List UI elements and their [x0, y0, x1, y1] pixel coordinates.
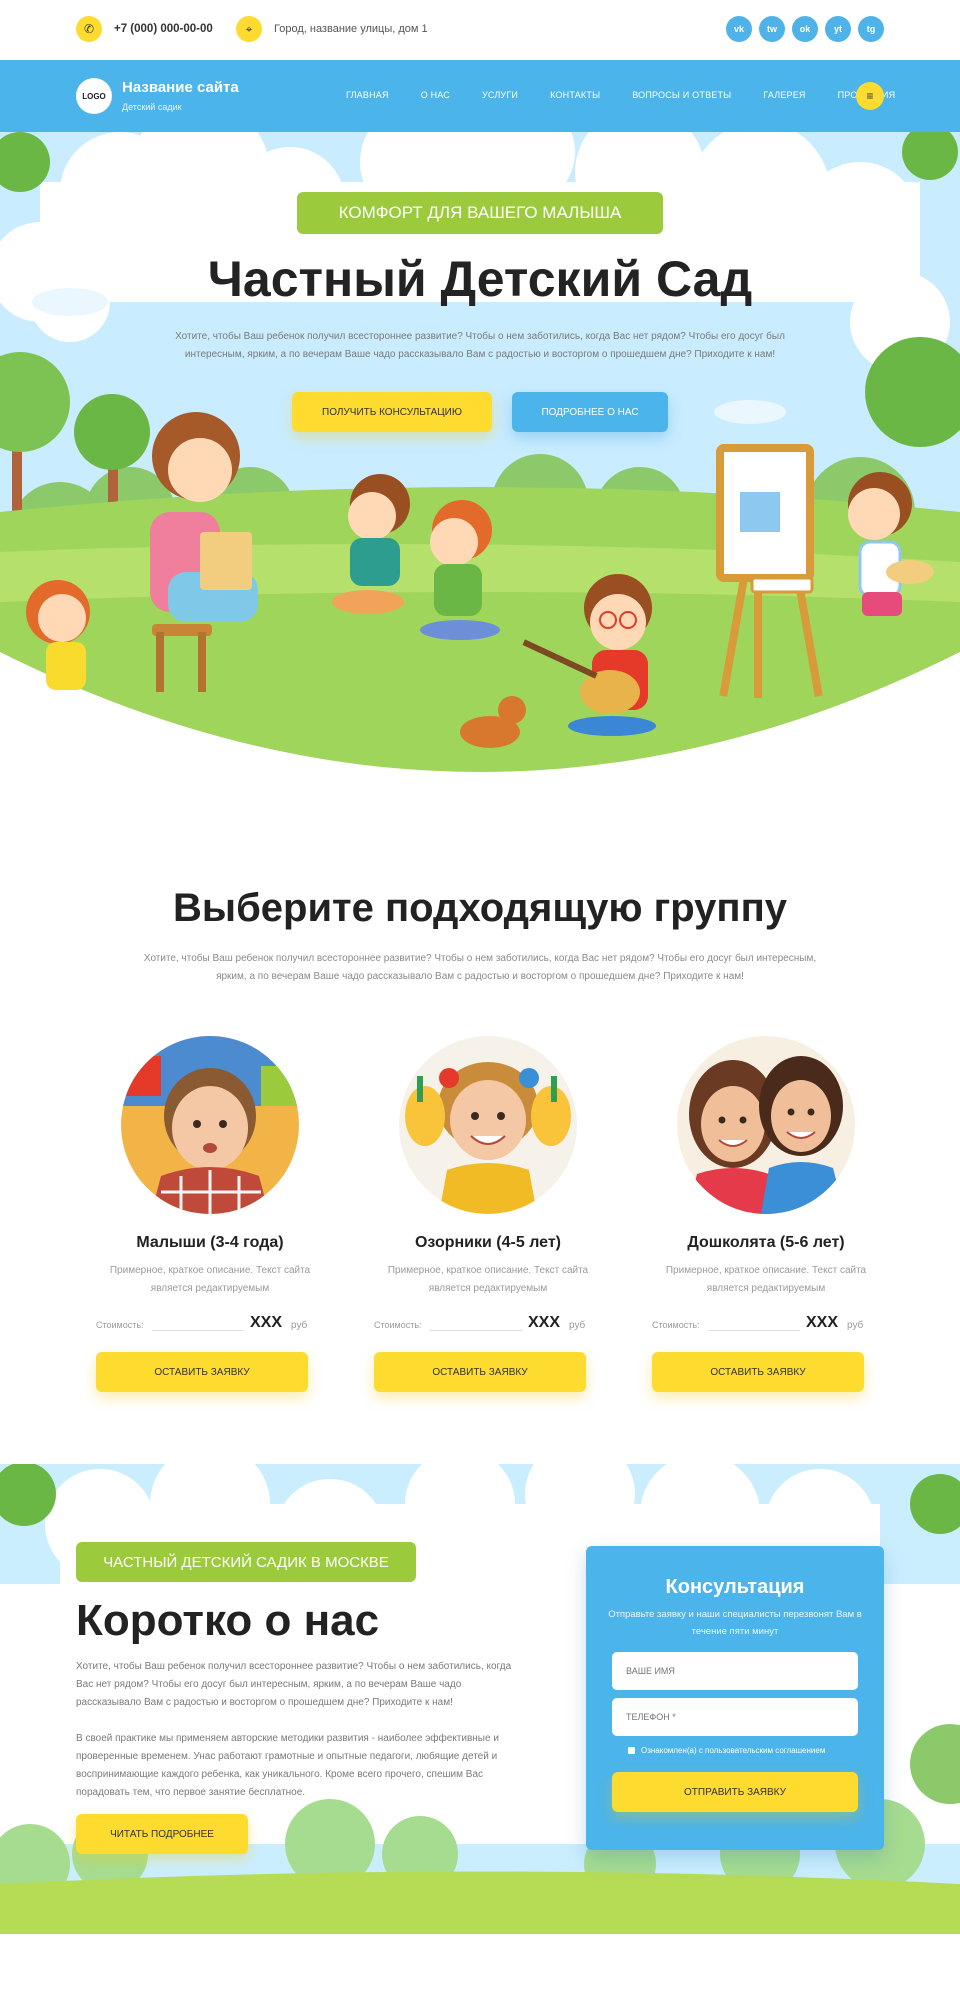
group-card-toddlers: Малыши (3-4 года) Примерное, краткое опи…: [96, 1036, 318, 1396]
price-value: XXX: [806, 1314, 839, 1331]
about-paragraph: Хотите, чтобы Ваш ребенок получил всесто…: [76, 1661, 512, 1708]
groups-title: Выберите подходящую группу: [173, 886, 787, 930]
price-currency: руб: [847, 1320, 864, 1331]
group-card-mischiefs: Озорники (4-5 лет) Примерное, краткое оп…: [374, 1036, 596, 1396]
vk-icon[interactable]: vk: [726, 16, 752, 42]
odnoklassniki-icon[interactable]: ok: [792, 16, 818, 42]
hero-text: Хотите, чтобы Ваш ребенок получил всесто…: [175, 331, 785, 360]
nav-item-faq[interactable]: ВОПРОСЫ И ОТВЕТЫ: [632, 90, 731, 100]
telegram-icon[interactable]: tg: [858, 16, 884, 42]
form-title: Консультация: [665, 1576, 805, 1598]
price-label: Стоимость:: [96, 1320, 144, 1330]
consent-checkbox[interactable]: [628, 1747, 635, 1754]
group-name: Дошколята (5-6 лет): [687, 1234, 845, 1251]
nav-item-about[interactable]: О НАС: [421, 90, 450, 100]
about-us-button[interactable]: ПОДРОБНЕЕ О НАС: [512, 392, 668, 432]
about-title: Коротко о нас: [76, 1596, 380, 1645]
site-subtitle: Детский садик: [122, 102, 182, 112]
main-nav: LOGO Название сайта Детский садик ГЛАВНА…: [0, 60, 960, 132]
nav-item-contacts[interactable]: КОНТАКТЫ: [550, 90, 600, 100]
submit-request-button[interactable]: ОСТАВИТЬ ЗАЯВКУ: [652, 1352, 864, 1392]
top-bar: ✆ +7 (000) 000-00-00 ⌖ Город, название у…: [0, 0, 960, 60]
groups-text: Хотите, чтобы Ваш ребенок получил всесто…: [143, 953, 817, 982]
price-currency: руб: [569, 1320, 586, 1331]
about-section: ЧАСТНЫЙ ДЕТСКИЙ САДИК В МОСКВЕ Коротко о…: [0, 1464, 960, 1934]
nav-item-gallery[interactable]: ГАЛЕРЕЯ: [763, 90, 805, 100]
price-divider: [708, 1330, 800, 1331]
price-label: Стоимость:: [374, 1320, 422, 1330]
hero-section: КОМФОРТ ДЛЯ ВАШЕГО МАЛЫША Частный Детски…: [0, 132, 960, 812]
about-paragraph: В своей практике мы применяем авторские …: [76, 1733, 499, 1798]
toddler-photo: [121, 1036, 299, 1214]
site-name[interactable]: Название сайта: [122, 79, 239, 96]
nav-menu: ГЛАВНАЯ О НАС УСЛУГИ КОНТАКТЫ ВОПРОСЫ И …: [346, 90, 927, 100]
read-more-button[interactable]: ЧИТАТЬ ПОДРОБНЕЕ: [76, 1814, 248, 1854]
phone-icon: ✆: [76, 16, 102, 42]
group-card-preschoolers: Дошколята (5-6 лет) Примерное, краткое о…: [652, 1036, 874, 1396]
about-badge: ЧАСТНЫЙ ДЕТСКИЙ САДИК В МОСКВЕ: [76, 1542, 416, 1582]
phone-input[interactable]: [612, 1698, 858, 1736]
submit-request-button[interactable]: ОСТАВИТЬ ЗАЯВКУ: [96, 1352, 308, 1392]
consultation-button[interactable]: ПОЛУЧИТЬ КОНСУЛЬТАЦИЮ: [292, 392, 492, 432]
nav-item-home[interactable]: ГЛАВНАЯ: [346, 90, 389, 100]
submit-request-button[interactable]: ОСТАВИТЬ ЗАЯВКУ: [374, 1352, 586, 1392]
hero-illustration: [0, 132, 960, 812]
send-request-button[interactable]: ОТПРАВИТЬ ЗАЯВКУ: [612, 1772, 858, 1812]
price-value: XXX: [250, 1314, 283, 1331]
preschoolers-photo: [677, 1036, 855, 1214]
hero-title: Частный Детский Сад: [207, 251, 753, 307]
youtube-icon[interactable]: yt: [825, 16, 851, 42]
consultation-form: Консультация Отправьте заявку и наши спе…: [586, 1546, 884, 1850]
menu-icon[interactable]: ≡: [856, 82, 884, 110]
address-text: Город, название улицы, дом 1: [274, 23, 428, 35]
twitter-icon[interactable]: tw: [759, 16, 785, 42]
nav-item-services[interactable]: УСЛУГИ: [482, 90, 518, 100]
price-value: XXX: [528, 1314, 561, 1331]
phone-number[interactable]: +7 (000) 000-00-00: [114, 23, 213, 35]
hero-badge: КОМФОРТ ДЛЯ ВАШЕГО МАЛЫША: [297, 192, 663, 234]
consent-label: Ознакомлен(а) с пользовательским соглаше…: [641, 1746, 826, 1755]
logo[interactable]: LOGO: [76, 78, 112, 114]
form-subtitle: Отправьте заявку и наши специалисты пере…: [608, 1609, 862, 1637]
price-divider: [152, 1330, 244, 1331]
price-divider: [430, 1330, 522, 1331]
girl-paint-photo: [399, 1036, 577, 1214]
price-label: Стоимость:: [652, 1320, 700, 1330]
address-contact: ⌖ Город, название улицы, дом 1: [236, 16, 428, 42]
name-input[interactable]: [612, 1652, 858, 1690]
group-description: Примерное, краткое описание. Текст сайта…: [387, 1265, 589, 1294]
phone-contact[interactable]: ✆ +7 (000) 000-00-00: [76, 16, 213, 42]
location-icon: ⌖: [236, 16, 262, 42]
group-description: Примерное, краткое описание. Текст сайта…: [665, 1265, 867, 1294]
group-name: Озорники (4-5 лет): [414, 1234, 562, 1251]
social-links: vk tw ok yt tg: [726, 16, 884, 42]
group-name: Малыши (3-4 года): [136, 1234, 284, 1251]
group-description: Примерное, краткое описание. Текст сайта…: [109, 1265, 311, 1294]
consent-row[interactable]: Ознакомлен(а) с пользовательским соглаше…: [628, 1746, 825, 1755]
price-currency: руб: [291, 1320, 308, 1331]
